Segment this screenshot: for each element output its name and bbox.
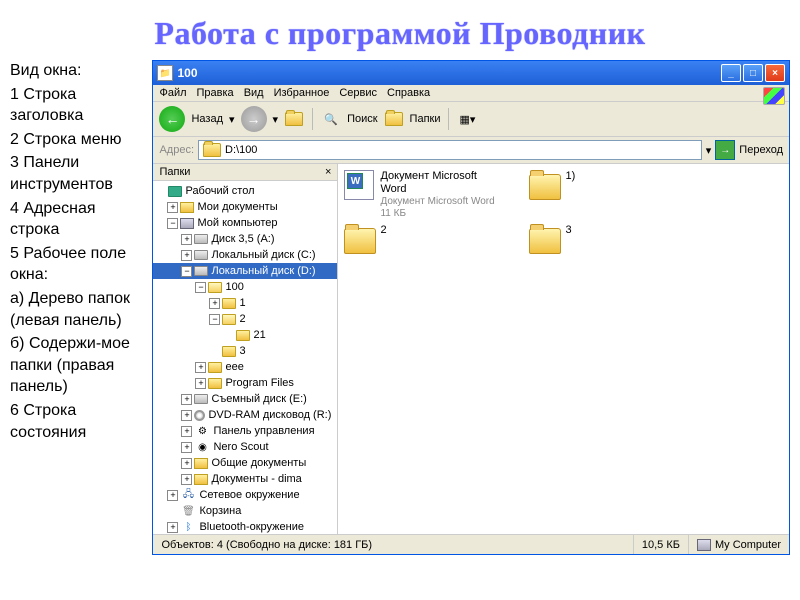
search-label[interactable]: Поиск	[347, 113, 377, 125]
item-name: 1)	[565, 170, 575, 183]
up-icon[interactable]	[284, 109, 304, 129]
note-line: 1 Строка заголовка	[10, 84, 144, 127]
menu-view[interactable]: Вид	[244, 87, 264, 99]
item-name: 3	[565, 224, 571, 237]
views-icon[interactable]: ▦▾	[457, 109, 477, 129]
menu-file[interactable]: Файл	[159, 87, 186, 99]
note-line: 6 Строка состояния	[10, 400, 144, 443]
titlebar[interactable]: 📁 100 _ □ ×	[153, 61, 789, 85]
tree-1[interactable]: +1	[153, 295, 337, 311]
status-location: My Computer	[689, 535, 789, 554]
tree-eee[interactable]: +eee	[153, 359, 337, 375]
tree-title: Папки	[159, 166, 190, 178]
window-title: 100	[177, 66, 721, 80]
menu-favorites[interactable]: Избранное	[274, 87, 330, 99]
folders-icon[interactable]	[384, 109, 404, 129]
file-word-doc[interactable]: Документ Microsoft Word Документ Microso…	[344, 170, 499, 220]
go-label[interactable]: Переход	[739, 144, 783, 156]
item-size: 11 КБ	[380, 208, 499, 220]
tree-100[interactable]: −100	[153, 279, 337, 295]
folder-icon: 📁	[157, 65, 173, 81]
address-path: D:\100	[225, 144, 257, 156]
folder-icon	[529, 174, 561, 200]
status-size: 10,5 КБ	[634, 535, 689, 554]
folder-tree[interactable]: Рабочий стол +Мои документы −Мой компьют…	[153, 181, 337, 534]
tree-dima[interactable]: +Документы - dima	[153, 471, 337, 487]
explorer-window: 📁 100 _ □ × Файл Правка Вид Избранное Се…	[152, 60, 790, 555]
tree-mypc[interactable]: −Мой компьютер	[153, 215, 337, 231]
note-line: 3 Панели инструментов	[10, 152, 144, 195]
statusbar: Объектов: 4 (Свободно на диске: 181 ГБ) …	[153, 534, 789, 554]
dropdown-icon[interactable]: ▾	[273, 113, 279, 126]
menubar: Файл Правка Вид Избранное Сервис Справка	[153, 85, 789, 102]
note-line: 5 Рабочее поле окна:	[10, 243, 144, 286]
note-line: б) Содержи-мое папки (правая панель)	[10, 333, 144, 398]
note-line: 4 Адресная строка	[10, 198, 144, 241]
item-name: Документ Microsoft Word	[380, 170, 499, 196]
windows-flag-icon	[763, 87, 785, 105]
tree-2[interactable]: −2	[153, 311, 337, 327]
minimize-button[interactable]: _	[721, 64, 741, 82]
address-input[interactable]: D:\100	[198, 140, 702, 160]
folders-label[interactable]: Папки	[410, 113, 441, 125]
tree-shared[interactable]: +Общие документы	[153, 455, 337, 471]
tree-removable-e[interactable]: +Съемный диск (E:)	[153, 391, 337, 407]
forward-button[interactable]: →	[241, 106, 267, 132]
go-button[interactable]: →	[715, 140, 735, 160]
tree-3[interactable]: 3	[153, 343, 337, 359]
tree-nero[interactable]: +◉Nero Scout	[153, 439, 337, 455]
status-main: Объектов: 4 (Свободно на диске: 181 ГБ)	[153, 535, 633, 554]
content-pane[interactable]: Документ Microsoft Word Документ Microso…	[338, 164, 789, 534]
tree-disk-d[interactable]: −Локальный диск (D:)	[153, 263, 337, 279]
tree-bluetooth[interactable]: +ᛒBluetooth-окружение	[153, 519, 337, 534]
separator	[448, 108, 449, 130]
menu-edit[interactable]: Правка	[197, 87, 234, 99]
tree-dvd[interactable]: +DVD-RAM дисковод (R:)	[153, 407, 337, 423]
toolbar: ← Назад ▾ → ▾ 🔍 Поиск Папки ▦▾	[153, 102, 789, 137]
folder-icon	[344, 228, 376, 254]
close-tree-button[interactable]: ×	[325, 166, 331, 178]
note-line: 2 Строка меню	[10, 129, 144, 151]
tree-pf[interactable]: +Program Files	[153, 375, 337, 391]
tree-desktop[interactable]: Рабочий стол	[153, 183, 337, 199]
item-type: Документ Microsoft Word	[380, 196, 499, 208]
item-name: 2	[380, 224, 386, 237]
menu-tools[interactable]: Сервис	[339, 87, 377, 99]
maximize-button[interactable]: □	[743, 64, 763, 82]
note-line: Вид окна:	[10, 60, 144, 82]
search-icon[interactable]: 🔍	[321, 109, 341, 129]
menu-help[interactable]: Справка	[387, 87, 430, 99]
folder-2[interactable]: 2	[344, 224, 499, 256]
dropdown-icon[interactable]: ▾	[706, 144, 712, 157]
back-label[interactable]: Назад	[191, 113, 223, 125]
folder-icon	[203, 143, 221, 157]
separator	[312, 108, 313, 130]
tree-recyclebin[interactable]: 🗑Корзина	[153, 503, 337, 519]
tree-21[interactable]: 21	[153, 327, 337, 343]
note-line: а) Дерево папок (левая панель)	[10, 288, 144, 331]
folder-1[interactable]: 1)	[529, 170, 684, 220]
tree-mydocs[interactable]: +Мои документы	[153, 199, 337, 215]
tree-network[interactable]: +🖧Сетевое окружение	[153, 487, 337, 503]
folder-icon	[529, 228, 561, 254]
slide-title: Работа с программой Проводник	[0, 0, 800, 60]
back-button[interactable]: ←	[159, 106, 185, 132]
address-label: Адрес:	[159, 144, 194, 156]
dropdown-icon[interactable]: ▾	[229, 113, 235, 126]
tree-disk-c[interactable]: +Локальный диск (C:)	[153, 247, 337, 263]
computer-icon	[697, 539, 711, 551]
address-bar: Адрес: D:\100 ▾ → Переход	[153, 137, 789, 164]
close-button[interactable]: ×	[765, 64, 785, 82]
word-icon	[344, 170, 374, 200]
notes-panel: Вид окна: 1 Строка заголовка 2 Строка ме…	[10, 60, 144, 555]
folder-tree-panel: Папки × Рабочий стол +Мои документы −Мой…	[153, 164, 338, 534]
tree-floppy[interactable]: +Диск 3,5 (A:)	[153, 231, 337, 247]
folder-3[interactable]: 3	[529, 224, 684, 256]
tree-cpanel[interactable]: +⚙Панель управления	[153, 423, 337, 439]
